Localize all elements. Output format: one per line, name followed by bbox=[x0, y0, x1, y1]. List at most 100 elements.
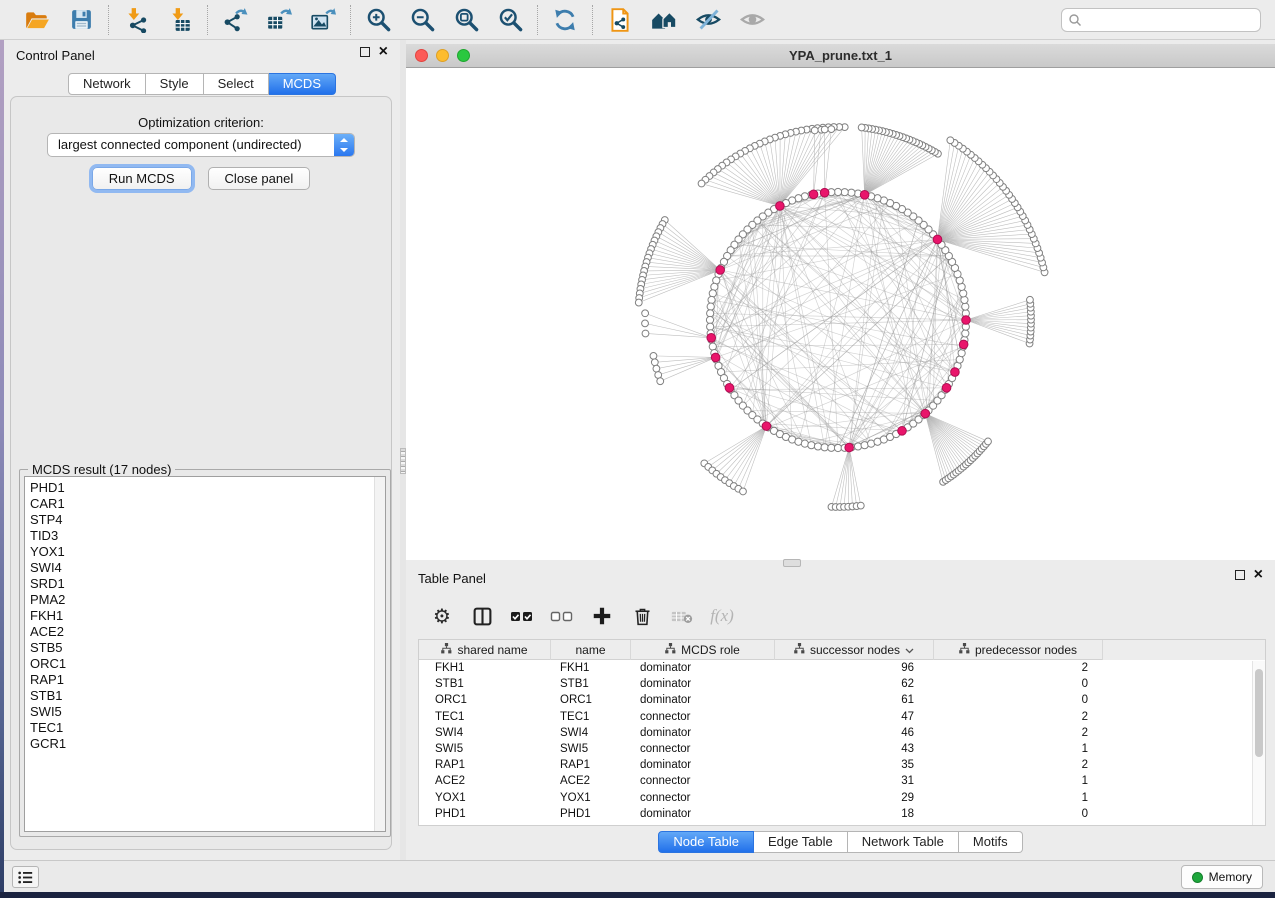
dropdown-stepper-icon bbox=[334, 134, 354, 156]
table-row[interactable]: TEC1TEC1connector472 bbox=[419, 709, 1265, 725]
mcds-result-list[interactable]: PHD1CAR1STP4TID3YOX1SWI4SRD1PMA2FKH1ACE2… bbox=[24, 476, 386, 832]
delete-table-button[interactable] bbox=[670, 604, 694, 628]
horizontal-splitter-grip[interactable] bbox=[783, 559, 801, 567]
zoom-in-button[interactable] bbox=[364, 6, 392, 34]
delete-column-button[interactable] bbox=[630, 604, 654, 628]
table-cell: 1 bbox=[934, 790, 1103, 806]
export-table-button[interactable] bbox=[265, 6, 293, 34]
tab-motifs[interactable]: Motifs bbox=[959, 831, 1023, 853]
network-graph[interactable] bbox=[406, 68, 1275, 560]
import-table-button[interactable] bbox=[166, 6, 194, 34]
tab-network[interactable]: Network bbox=[68, 73, 146, 95]
result-node-item[interactable]: SWI5 bbox=[30, 704, 385, 720]
refresh-view-button[interactable] bbox=[551, 6, 579, 34]
tab-network-table[interactable]: Network Table bbox=[848, 831, 959, 853]
export-image-icon bbox=[310, 7, 336, 33]
first-neighbors-button[interactable] bbox=[650, 6, 678, 34]
deselect-all-icon bbox=[550, 604, 574, 628]
tab-node-table[interactable]: Node Table bbox=[658, 831, 754, 853]
column-header-successor-nodes[interactable]: successor nodes bbox=[775, 640, 934, 660]
table-settings-button[interactable]: ⚙ bbox=[430, 604, 454, 628]
result-node-item[interactable]: CAR1 bbox=[30, 496, 385, 512]
zoom-selected-button[interactable] bbox=[496, 6, 524, 34]
table-row[interactable]: PHD1PHD1dominator180 bbox=[419, 806, 1265, 822]
search-input[interactable] bbox=[1086, 13, 1254, 27]
tab-mcds[interactable]: MCDS bbox=[269, 73, 336, 95]
table-row[interactable]: STB1STB1dominator620 bbox=[419, 676, 1265, 692]
new-network-from-selection-button[interactable] bbox=[606, 6, 634, 34]
column-header-MCDS-role[interactable]: MCDS role bbox=[631, 640, 775, 660]
table-cell: 2 bbox=[934, 725, 1103, 741]
result-node-item[interactable]: STB5 bbox=[30, 640, 385, 656]
table-row[interactable]: SWI5SWI5connector431 bbox=[419, 741, 1265, 757]
result-node-item[interactable]: TEC1 bbox=[30, 720, 385, 736]
close-table-panel-icon[interactable]: × bbox=[1254, 570, 1263, 580]
result-node-item[interactable]: SRD1 bbox=[30, 576, 385, 592]
export-image-button[interactable] bbox=[309, 6, 337, 34]
hide-selected-button[interactable] bbox=[694, 6, 722, 34]
result-node-item[interactable]: RAP1 bbox=[30, 672, 385, 688]
table-row[interactable]: RAP1RAP1dominator352 bbox=[419, 757, 1265, 773]
result-node-item[interactable]: FKH1 bbox=[30, 608, 385, 624]
show-all-button[interactable] bbox=[738, 6, 766, 34]
column-header-name[interactable]: name bbox=[551, 640, 631, 660]
export-network-button[interactable] bbox=[221, 6, 249, 34]
table-cell: STB1 bbox=[419, 676, 551, 692]
column-header-predecessor-nodes[interactable]: predecessor nodes bbox=[934, 640, 1103, 660]
delete-table-icon bbox=[670, 604, 694, 629]
task-history-button[interactable] bbox=[12, 866, 39, 888]
table-row[interactable]: ACE2ACE2connector311 bbox=[419, 773, 1265, 789]
close-panel-button[interactable]: Close panel bbox=[208, 167, 311, 190]
maximize-window-icon[interactable] bbox=[457, 49, 470, 62]
attribute-tree-icon bbox=[959, 643, 970, 657]
table-scrollbar[interactable] bbox=[1252, 661, 1265, 825]
select-all-button[interactable] bbox=[510, 604, 534, 628]
save-session-button[interactable] bbox=[67, 6, 95, 34]
result-node-item[interactable]: GCR1 bbox=[30, 736, 385, 752]
network-canvas[interactable] bbox=[406, 68, 1275, 560]
table-row[interactable]: SWI4SWI4dominator462 bbox=[419, 725, 1265, 741]
open-session-button[interactable] bbox=[23, 6, 51, 34]
import-network-button[interactable] bbox=[122, 6, 150, 34]
deselect-all-button[interactable] bbox=[550, 604, 574, 628]
table-cell: dominator bbox=[631, 692, 775, 708]
table-cell: 46 bbox=[775, 725, 934, 741]
float-table-panel-icon[interactable] bbox=[1235, 570, 1245, 580]
close-window-icon[interactable] bbox=[415, 49, 428, 62]
split-panel-button[interactable] bbox=[470, 604, 494, 628]
result-node-item[interactable]: ORC1 bbox=[30, 656, 385, 672]
close-panel-icon[interactable]: × bbox=[379, 47, 388, 57]
result-node-item[interactable]: SWI4 bbox=[30, 560, 385, 576]
result-node-item[interactable]: PMA2 bbox=[30, 592, 385, 608]
table-row[interactable]: YOX1YOX1connector291 bbox=[419, 790, 1265, 806]
result-node-item[interactable]: TID3 bbox=[30, 528, 385, 544]
run-mcds-button[interactable]: Run MCDS bbox=[92, 167, 192, 190]
float-panel-icon[interactable] bbox=[360, 47, 370, 57]
fit-content-button[interactable] bbox=[452, 6, 480, 34]
result-node-item[interactable]: STB1 bbox=[30, 688, 385, 704]
table-scrollbar-thumb[interactable] bbox=[1255, 669, 1263, 757]
memory-button[interactable]: Memory bbox=[1181, 865, 1263, 889]
control-panel: Control Panel × NetworkStyleSelectMCDS O… bbox=[4, 40, 400, 860]
network-window-titlebar[interactable]: YPA_prune.txt_1 bbox=[406, 44, 1275, 68]
criterion-dropdown[interactable]: largest connected component (undirected) bbox=[47, 133, 355, 157]
add-column-button[interactable] bbox=[590, 604, 614, 628]
search-field[interactable] bbox=[1061, 8, 1261, 32]
tab-style[interactable]: Style bbox=[146, 73, 204, 95]
result-node-item[interactable]: YOX1 bbox=[30, 544, 385, 560]
result-node-item[interactable]: PHD1 bbox=[30, 480, 385, 496]
table-row[interactable]: ORC1ORC1dominator610 bbox=[419, 692, 1265, 708]
zoom-out-button[interactable] bbox=[408, 6, 436, 34]
tab-edge-table[interactable]: Edge Table bbox=[754, 831, 848, 853]
minimize-window-icon[interactable] bbox=[436, 49, 449, 62]
table-cell: ORC1 bbox=[419, 692, 551, 708]
sort-chevron-icon bbox=[905, 643, 914, 657]
function-builder-button[interactable]: f(x) bbox=[710, 604, 734, 628]
column-header-shared-name[interactable]: shared name bbox=[419, 640, 551, 660]
table-row[interactable]: FKH1FKH1dominator962 bbox=[419, 660, 1265, 676]
tab-select[interactable]: Select bbox=[204, 73, 269, 95]
result-node-item[interactable]: ACE2 bbox=[30, 624, 385, 640]
table-cell: 43 bbox=[775, 741, 934, 757]
result-node-item[interactable]: STP4 bbox=[30, 512, 385, 528]
result-list-scrollbar[interactable] bbox=[374, 477, 385, 831]
